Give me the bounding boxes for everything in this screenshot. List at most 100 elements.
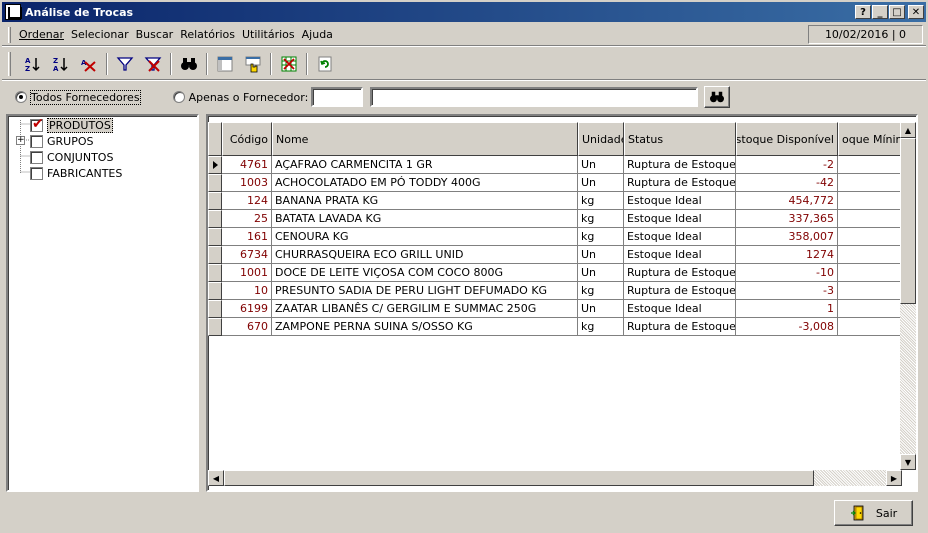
cell-estoque-minimo[interactable]	[838, 300, 902, 318]
cell-estoque-disponivel[interactable]: 358,007	[736, 228, 838, 246]
cell-status[interactable]: Estoque Ideal	[624, 300, 736, 318]
hand-select-icon[interactable]	[239, 51, 267, 77]
cell-status[interactable]: Estoque Ideal	[624, 210, 736, 228]
cell-status[interactable]: Estoque Ideal	[624, 228, 736, 246]
cell-estoque-disponivel[interactable]: -10	[736, 264, 838, 282]
column-layout-icon[interactable]	[211, 51, 239, 77]
header-nome[interactable]: Nome	[272, 122, 578, 156]
export-icon[interactable]	[275, 51, 303, 77]
all-suppliers-label[interactable]: Todos Fornecedores	[30, 89, 141, 105]
cell-codigo[interactable]: 1003	[222, 174, 272, 192]
menu-relatorios[interactable]: Relatórios	[180, 28, 239, 41]
vertical-scrollbar[interactable]: ▲ ▼	[900, 122, 916, 470]
cell-estoque-minimo[interactable]	[838, 210, 902, 228]
cell-codigo[interactable]: 124	[222, 192, 272, 210]
cell-estoque-minimo[interactable]	[838, 228, 902, 246]
cell-unidade[interactable]: Un	[578, 300, 624, 318]
help-button[interactable]: ?	[855, 5, 871, 19]
tree-item-conjuntos[interactable]: CONJUNTOS	[30, 149, 113, 165]
table-row[interactable]: 4761 AÇAFRAO CARMENCITA 1 GR Un Ruptura de …	[208, 156, 902, 174]
scroll-thumb[interactable]	[900, 138, 916, 304]
cell-unidade[interactable]: kg	[578, 282, 624, 300]
minimize-button[interactable]: _	[872, 5, 888, 19]
cell-unidade[interactable]: Un	[578, 246, 624, 264]
horizontal-scrollbar[interactable]: ◀ ▶	[208, 470, 902, 486]
cell-estoque-disponivel[interactable]: 337,365	[736, 210, 838, 228]
menu-selecionar[interactable]: Selecionar	[71, 28, 133, 41]
single-supplier-radio[interactable]	[172, 91, 185, 103]
menu-ordenar[interactable]: Ordenar	[19, 28, 68, 41]
table-row[interactable]: 6199 ZAATAR LIBANÊS C/ GERGILIM E SUMMAC …	[208, 300, 902, 318]
cell-codigo[interactable]: 6199	[222, 300, 272, 318]
header-estoque-minimo[interactable]: oque Mínimo	[838, 122, 902, 156]
cell-status[interactable]: Ruptura de Estoque	[624, 156, 736, 174]
table-row[interactable]: 10 PRESUNTO SADIA DE PERU LIGHT DEFUMADO …	[208, 282, 902, 300]
cell-estoque-minimo[interactable]	[838, 246, 902, 264]
scroll-left-icon[interactable]: ◀	[208, 470, 224, 486]
cell-unidade[interactable]: Un	[578, 264, 624, 282]
products-grid[interactable]: Código Nome Unidade Status Estoque Dispo…	[206, 114, 918, 492]
table-row[interactable]: 25 BATATA LAVADA KG kg Estoque Ideal 337,365	[208, 210, 902, 228]
cell-status[interactable]: Ruptura de Estoque	[624, 264, 736, 282]
cell-nome[interactable]: ZAATAR LIBANÊS C/ GERGILIM E SUMMAC 250G	[272, 300, 578, 318]
cell-codigo[interactable]: 10	[222, 282, 272, 300]
cell-codigo[interactable]: 4761	[222, 156, 272, 174]
cell-status[interactable]: Ruptura de Estoque	[624, 318, 736, 336]
menu-utilitarios[interactable]: Utilitários	[242, 28, 299, 41]
cell-unidade[interactable]: kg	[578, 210, 624, 228]
maximize-button[interactable]: □	[889, 5, 905, 19]
cell-estoque-minimo[interactable]	[838, 174, 902, 192]
cell-codigo[interactable]: 6734	[222, 246, 272, 264]
search-supplier-button[interactable]	[704, 86, 731, 108]
table-row[interactable]: 1001 DOCE DE LEITE VIÇOSA COM COCO 800G Un…	[208, 264, 902, 282]
sort-ascending-icon[interactable]: AZ	[19, 51, 47, 77]
cell-codigo[interactable]: 161	[222, 228, 272, 246]
all-suppliers-radio[interactable]	[15, 91, 27, 103]
table-row[interactable]: 1003 ACHOCOLATADO EM PÓ TODDY 400G Un Ruptu…	[208, 174, 902, 192]
cell-unidade[interactable]: Un	[578, 156, 624, 174]
cell-estoque-disponivel[interactable]: 1	[736, 300, 838, 318]
clear-filter-icon[interactable]	[139, 51, 167, 77]
table-row[interactable]: 670 ZAMPONE PERNA SUINA S/OSSO KG kg Ruptur…	[208, 318, 902, 336]
menu-buscar[interactable]: Buscar	[136, 28, 178, 41]
cell-status[interactable]: Ruptura de Estoque	[624, 282, 736, 300]
cell-unidade[interactable]: Un	[578, 174, 624, 192]
clear-sort-icon[interactable]: A	[75, 51, 103, 77]
cell-status[interactable]: Estoque Ideal	[624, 192, 736, 210]
cell-codigo[interactable]: 25	[222, 210, 272, 228]
cell-nome[interactable]: PRESUNTO SADIA DE PERU LIGHT DEFUMADO KG	[272, 282, 578, 300]
scroll-thumb-horizontal[interactable]	[224, 470, 814, 486]
exit-button[interactable]: Sair	[834, 500, 913, 526]
supplier-name-input[interactable]	[370, 87, 699, 107]
cell-estoque-disponivel[interactable]: -2	[736, 156, 838, 174]
cell-estoque-minimo[interactable]	[838, 318, 902, 336]
cell-unidade[interactable]: kg	[578, 228, 624, 246]
cell-estoque-minimo[interactable]	[838, 192, 902, 210]
cell-estoque-disponivel[interactable]: 454,772	[736, 192, 838, 210]
cell-codigo[interactable]: 1001	[222, 264, 272, 282]
cell-nome[interactable]: DOCE DE LEITE VIÇOSA COM COCO 800G	[272, 264, 578, 282]
single-supplier-label[interactable]: Apenas o Fornecedor:	[189, 91, 309, 104]
cell-status[interactable]: Ruptura de Estoque	[624, 174, 736, 192]
cell-nome[interactable]: ZAMPONE PERNA SUINA S/OSSO KG	[272, 318, 578, 336]
fabricantes-checkbox[interactable]	[30, 166, 43, 180]
cell-nome[interactable]: ACHOCOLATADO EM PÓ TODDY 400G	[272, 174, 578, 192]
cell-unidade[interactable]: kg	[578, 192, 624, 210]
cell-estoque-minimo[interactable]	[838, 282, 902, 300]
table-row[interactable]: 124 BANANA PRATA KG kg Estoque Ideal 454,772	[208, 192, 902, 210]
title-bar[interactable]: Análise de Trocas ? _ □ ✕	[2, 2, 926, 22]
cell-estoque-disponivel[interactable]: 1274	[736, 246, 838, 264]
supplier-code-input[interactable]	[311, 87, 364, 107]
cell-nome[interactable]: BATATA LAVADA KG	[272, 210, 578, 228]
cell-estoque-disponivel[interactable]: -3	[736, 282, 838, 300]
cell-nome[interactable]: CENOURA KG	[272, 228, 578, 246]
table-row[interactable]: 6734 CHURRASQUEIRA ECO GRILL UNID Un Estoqu…	[208, 246, 902, 264]
cell-estoque-minimo[interactable]	[838, 156, 902, 174]
scroll-up-icon[interactable]: ▲	[900, 122, 916, 138]
cell-nome[interactable]: CHURRASQUEIRA ECO GRILL UNID	[272, 246, 578, 264]
menu-ajuda[interactable]: Ajuda	[302, 28, 337, 41]
cell-status[interactable]: Estoque Ideal	[624, 246, 736, 264]
binoculars-icon[interactable]	[175, 51, 203, 77]
sort-descending-icon[interactable]: ZA	[47, 51, 75, 77]
scroll-down-icon[interactable]: ▼	[900, 454, 916, 470]
